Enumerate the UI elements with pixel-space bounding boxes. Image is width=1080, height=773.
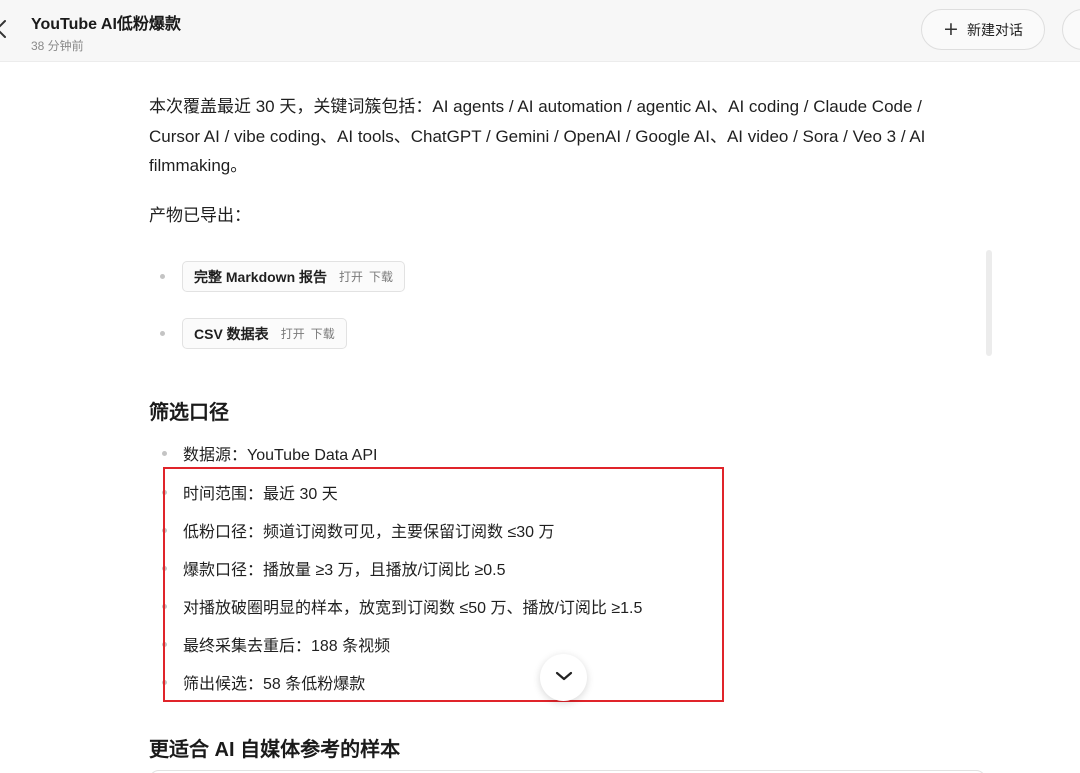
download-link[interactable]: 下载 (369, 268, 393, 285)
bullet-icon (162, 450, 167, 456)
download-link[interactable]: 下载 (311, 325, 335, 342)
chevron-left-icon[interactable] (0, 18, 8, 40)
top-bar: YouTube AI低粉爆款 38 分钟前 + 新建对话 (0, 0, 1080, 62)
new-chat-label: 新建对话 (966, 21, 1023, 38)
list-item-text: 数据源：YouTube Data API (183, 447, 378, 464)
conversation-title: YouTube AI低粉爆款 (31, 16, 181, 33)
section-heading-criteria: 筛选口径 (149, 402, 229, 424)
bullet-icon (160, 331, 165, 336)
conversation-timestamp: 38 分钟前 (31, 39, 84, 53)
file-chip-markdown-report[interactable]: 完整 Markdown 报告 打开 下载 (182, 261, 406, 292)
plus-icon: + (943, 18, 959, 40)
chevron-down-icon (554, 669, 574, 687)
more-button[interactable] (1062, 9, 1080, 50)
scrollbar[interactable] (986, 250, 992, 356)
bullet-icon (160, 274, 165, 279)
open-link[interactable]: 打开 (339, 268, 363, 285)
section-heading-samples: 更适合 AI 自媒体参考的样本 (149, 739, 401, 761)
file-name: 完整 Markdown 报告 (194, 268, 328, 285)
list-item: 数据源：YouTube Data API (162, 441, 377, 465)
new-chat-button[interactable]: + 新建对话 (921, 9, 1045, 50)
exported-label: 产物已导出： (149, 206, 251, 225)
highlight-annotation-box (163, 467, 724, 702)
open-link[interactable]: 打开 (281, 325, 305, 342)
file-list-item: 完整 Markdown 报告 打开 下载 (160, 261, 406, 292)
file-list-item: CSV 数据表 打开 下载 (160, 318, 347, 349)
scroll-to-bottom-button[interactable] (540, 654, 587, 701)
file-chip-csv[interactable]: CSV 数据表 打开 下载 (182, 318, 347, 349)
intro-paragraph: 本次覆盖最近 30 天，关键词簇包括：AI agents / AI automa… (149, 97, 926, 175)
file-name: CSV 数据表 (194, 325, 269, 342)
